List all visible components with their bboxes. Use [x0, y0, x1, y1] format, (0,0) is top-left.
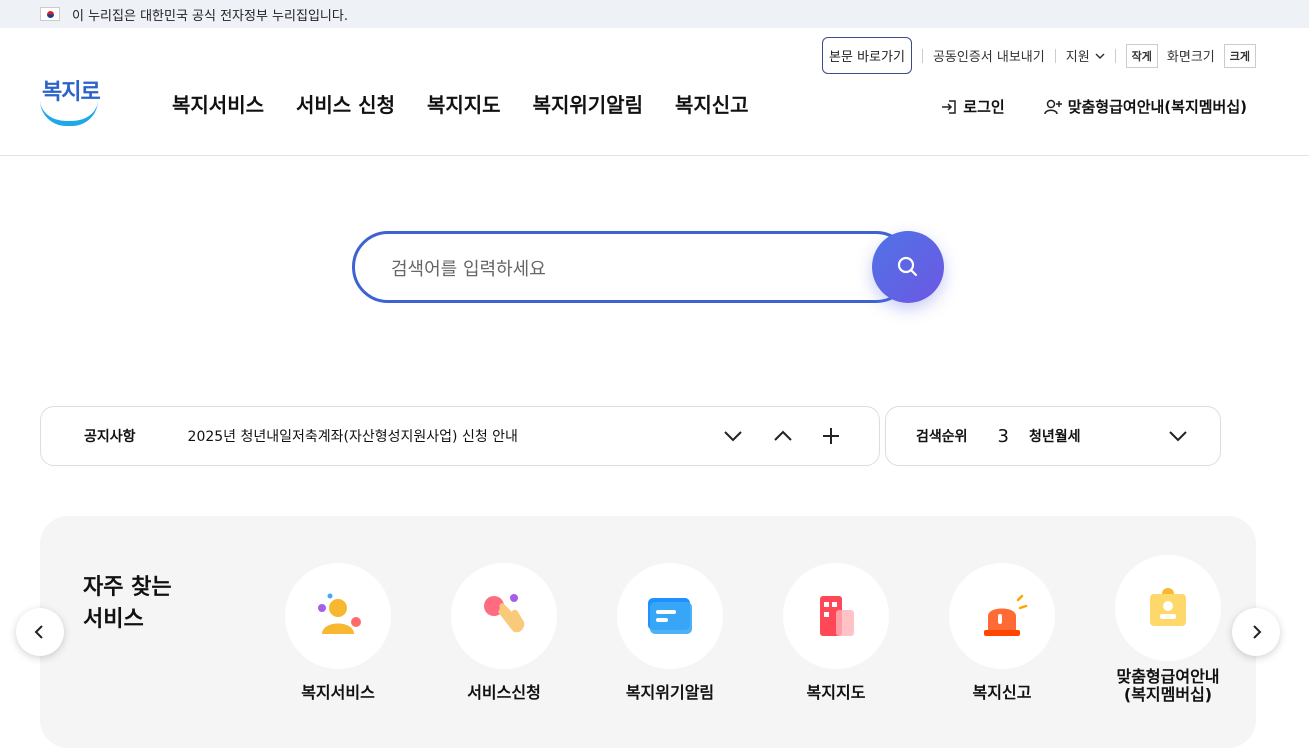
divider [1114, 48, 1116, 63]
header: 본문 바로가기 공동인증서 내보내기 지원 작게 화면크기 크게 복지로 복지서… [0, 28, 1309, 156]
divider [921, 48, 923, 63]
service-icon-wrap [1115, 555, 1221, 661]
siren-icon [984, 594, 1028, 636]
notice-title: 공지사항 [84, 429, 136, 445]
search-bar [352, 231, 944, 303]
carousel-prev-button[interactable] [16, 608, 64, 656]
service-membership[interactable]: 맞춤형급여안내 (복지멤버십) [1115, 555, 1221, 704]
person-icon [318, 593, 361, 634]
service-label: 복지서비스 [301, 683, 375, 702]
font-size-label: 화면크기 [1166, 50, 1215, 65]
building-icon [820, 596, 854, 636]
chevron-left-icon [34, 625, 43, 639]
service-icon-wrap [949, 563, 1055, 669]
chevron-down-icon [1095, 52, 1105, 59]
nav-welfare-report[interactable]: 복지신고 [675, 89, 749, 118]
services-title-line1: 자주 찾는 [83, 575, 172, 600]
service-label: 서비스신청 [467, 683, 541, 702]
nav-welfare-map[interactable]: 복지지도 [427, 89, 501, 118]
font-small-button[interactable]: 작게 [1125, 43, 1158, 68]
service-crisis-alert[interactable]: 복지위기알림 [617, 563, 723, 702]
search-input[interactable] [391, 254, 851, 284]
member-menu: 로그인 맞춤형급여안내(복지멤버십) [940, 96, 1247, 117]
membership-label: 맞춤형급여안내(복지멤버십) [1067, 98, 1247, 116]
font-large-button[interactable]: 크게 [1223, 43, 1256, 68]
notice-text[interactable]: 2025년 청년내일저축계좌(자산형성지원사업) 신청 안내 [188, 426, 719, 446]
service-label: 맞춤형급여안내 (복지멤버십) [1116, 667, 1220, 704]
utility-bar: 본문 바로가기 공동인증서 내보내기 지원 작게 화면크기 크게 [822, 37, 1256, 74]
membership-link[interactable]: 맞춤형급여안내(복지멤버십) [1043, 96, 1247, 117]
chevron-up-icon[interactable] [769, 426, 797, 446]
chevron-right-icon [1253, 625, 1262, 639]
search-rank-bar: 검색순위 3 청년월세 [885, 406, 1221, 466]
frequent-services: 자주 찾는 서비스 복지서비스 서비스신청 복지위기알림 복지지도 복지신고 맞… [40, 516, 1256, 748]
skip-to-content-button[interactable]: 본문 바로가기 [822, 37, 912, 74]
notice-bar: 공지사항 2025년 청년내일저축계좌(자산형성지원사업) 신청 안내 [40, 406, 880, 466]
logo[interactable]: 복지로 [38, 74, 102, 128]
service-welfare[interactable]: 복지서비스 [285, 563, 391, 702]
service-icon-wrap [617, 563, 723, 669]
hand-tap-icon [484, 594, 525, 633]
rank-title: 검색순위 [916, 429, 968, 445]
services-title-line2: 서비스 [83, 607, 144, 632]
cert-export-link[interactable]: 공동인증서 내보내기 [933, 46, 1045, 65]
service-icon-wrap [285, 563, 391, 669]
services-title: 자주 찾는 서비스 [83, 572, 172, 636]
carousel-next-button[interactable] [1232, 608, 1280, 656]
search-button[interactable] [872, 231, 944, 303]
login-link[interactable]: 로그인 [940, 96, 1005, 117]
service-apply[interactable]: 서비스신청 [451, 563, 557, 702]
plus-icon[interactable] [819, 426, 843, 446]
login-label: 로그인 [963, 98, 1005, 116]
korea-flag-icon [40, 7, 60, 21]
id-badge-icon [1150, 588, 1186, 626]
search-icon [897, 256, 918, 277]
divider [1054, 48, 1056, 63]
message-icon [648, 598, 692, 634]
user-plus-icon [1043, 99, 1062, 114]
nav-welfare-service[interactable]: 복지서비스 [172, 89, 264, 118]
support-dropdown[interactable]: 지원 [1066, 46, 1105, 65]
service-welfare-report[interactable]: 복지신고 [949, 563, 1055, 702]
gov-banner-text: 이 누리집은 대한민국 공식 전자정부 누리집입니다. [72, 8, 348, 24]
search-box [352, 231, 912, 303]
chevron-down-icon[interactable] [1166, 426, 1190, 446]
gov-banner: 이 누리집은 대한민국 공식 전자정부 누리집입니다. [0, 0, 1309, 28]
service-label: 복지지도 [806, 683, 866, 702]
support-label: 지원 [1065, 50, 1090, 65]
notice-controls [719, 426, 843, 446]
service-icon-wrap [451, 563, 557, 669]
rank-number: 3 [997, 425, 1009, 447]
service-label: 복지위기알림 [625, 683, 715, 702]
service-icon-wrap [783, 563, 889, 669]
service-welfare-map[interactable]: 복지지도 [783, 563, 889, 702]
login-icon [942, 99, 957, 114]
nav-service-apply[interactable]: 서비스 신청 [296, 89, 395, 118]
nav-crisis-alert[interactable]: 복지위기알림 [533, 89, 643, 118]
chevron-down-icon[interactable] [719, 426, 747, 446]
service-label: 복지신고 [972, 683, 1032, 702]
logo-smile-icon [40, 100, 98, 126]
rank-keyword[interactable]: 청년월세 [1029, 426, 1166, 446]
main-nav: 복지서비스 서비스 신청 복지지도 복지위기알림 복지신고 [172, 89, 749, 118]
